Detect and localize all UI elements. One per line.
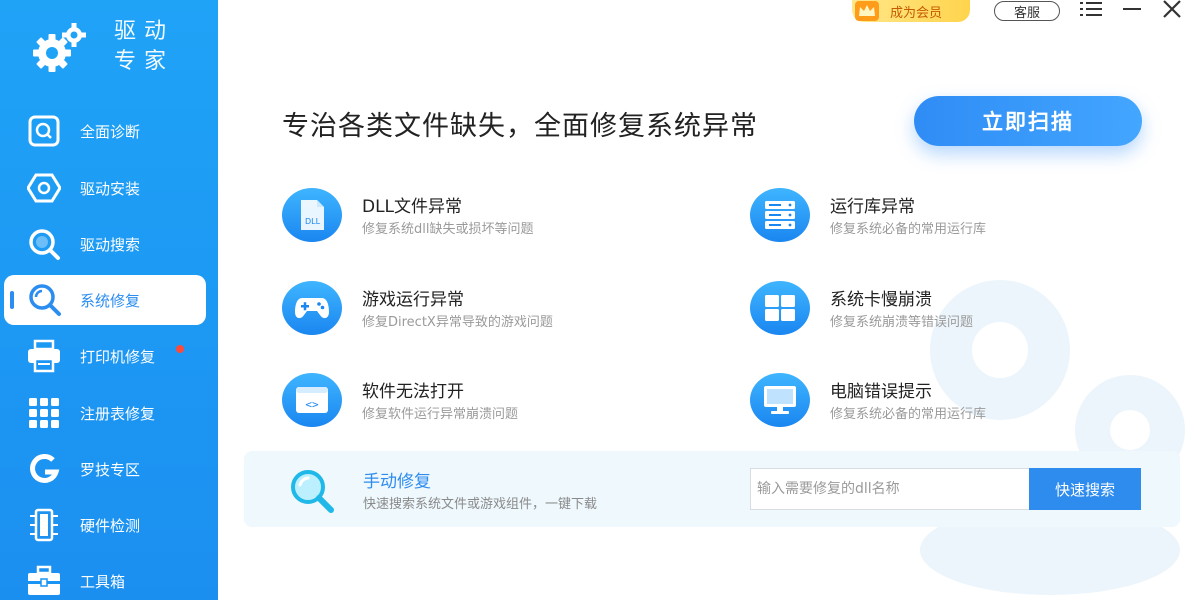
sidebar: 驱动 专家 全面诊断 驱动安装 驱动搜索 系统修复 打印机修复 注册表修复 罗技… xyxy=(0,0,218,600)
feature-computer-error-prompt[interactable]: 电脑错误提示 修复系统必备的常用运行库 xyxy=(750,369,1110,433)
sidebar-item-label: 系统修复 xyxy=(80,291,141,310)
sidebar-item-system-repair[interactable]: 系统修复 xyxy=(4,275,206,325)
hardware-icon xyxy=(24,505,64,545)
menu-button[interactable] xyxy=(1076,0,1106,22)
svg-text:DLL: DLL xyxy=(305,217,321,226)
sidebar-item-label: 注册表修复 xyxy=(80,404,156,423)
hexagon-install-icon xyxy=(24,168,64,208)
close-button[interactable] xyxy=(1157,0,1187,22)
feature-dll-error[interactable]: DLL DLL文件异常 修复系统dll缺失或损坏等问题 xyxy=(282,184,642,248)
sidebar-item-full-diagnosis[interactable]: 全面诊断 xyxy=(4,106,206,156)
sidebar-item-label: 硬件检测 xyxy=(80,516,141,535)
sidebar-item-driver-search[interactable]: 驱动搜索 xyxy=(4,219,206,269)
feature-desc: 修复系统崩溃等错误问题 xyxy=(830,315,974,330)
scan-button-label: 立即扫描 xyxy=(982,110,1074,134)
sidebar-item-driver-install[interactable]: 驱动安装 xyxy=(4,163,206,213)
repair-magnifier-icon xyxy=(24,280,64,320)
svg-text:<>: <> xyxy=(305,398,319,411)
feature-system-lag[interactable]: 系统卡慢崩溃 修复系统崩溃等错误问题 xyxy=(750,277,1110,341)
quick-search-label: 快速搜索 xyxy=(1054,481,1115,499)
feature-title: DLL文件异常 xyxy=(362,197,463,217)
minimize-button[interactable] xyxy=(1117,0,1147,22)
sidebar-item-toolbox[interactable]: 工具箱 xyxy=(4,556,206,600)
gamepad-icon xyxy=(282,281,342,335)
code-window-icon: <> xyxy=(282,373,342,427)
notification-badge xyxy=(176,345,184,353)
dll-file-icon: DLL xyxy=(282,188,342,242)
brand: 驱动 专家 xyxy=(30,12,200,82)
feature-title: 运行库异常 xyxy=(830,197,915,217)
feature-desc: 修复软件运行异常崩溃问题 xyxy=(362,407,519,422)
feature-desc: 修复系统必备的常用运行库 xyxy=(830,222,987,237)
search-square-icon xyxy=(24,111,64,151)
sidebar-item-label: 罗技专区 xyxy=(80,460,141,479)
grid-icon xyxy=(24,393,64,433)
feature-title: 软件无法打开 xyxy=(362,382,464,402)
windows-icon xyxy=(750,281,810,335)
feature-runtime-error[interactable]: 运行库异常 修复系统必备的常用运行库 xyxy=(750,184,1110,248)
magnifier-icon xyxy=(286,465,338,517)
crown-icon xyxy=(854,0,880,22)
feature-software-cannot-open[interactable]: <> 软件无法打开 修复软件运行异常崩溃问题 xyxy=(282,369,642,433)
manual-repair-panel: 手动修复 快速搜索系统文件或游戏组件，一键下载 快速搜索 xyxy=(244,451,1180,527)
service-label: 客服 xyxy=(1013,5,1040,21)
page-headline: 专治各类文件缺失，全面修复系统异常 xyxy=(282,111,758,142)
customer-service-button[interactable]: 客服 xyxy=(994,1,1060,21)
brand-line2: 专家 xyxy=(114,49,175,74)
sidebar-item-hardware-detect[interactable]: 硬件检测 xyxy=(4,500,206,550)
feature-game-error[interactable]: 游戏运行异常 修复DirectX异常导致的游戏问题 xyxy=(282,277,642,341)
sidebar-item-label: 驱动安装 xyxy=(80,179,141,198)
magnifier-icon xyxy=(24,224,64,264)
printer-icon xyxy=(24,336,64,376)
dll-search-input[interactable] xyxy=(750,468,1030,510)
quick-search-button[interactable]: 快速搜索 xyxy=(1029,468,1141,510)
sidebar-item-registry-repair[interactable]: 注册表修复 xyxy=(4,388,206,438)
feature-desc: 修复DirectX异常导致的游戏问题 xyxy=(362,315,553,330)
scan-now-button[interactable]: 立即扫描 xyxy=(914,96,1142,146)
server-icon xyxy=(750,188,810,242)
feature-desc: 修复系统dll缺失或损坏等问题 xyxy=(362,222,534,237)
sidebar-item-label: 驱动搜索 xyxy=(80,235,141,254)
menu-icon xyxy=(1080,1,1102,21)
minimize-icon xyxy=(1122,1,1142,21)
sidebar-item-printer-repair[interactable]: 打印机修复 xyxy=(4,331,206,381)
feature-title: 系统卡慢崩溃 xyxy=(830,290,932,310)
manual-repair-desc: 快速搜索系统文件或游戏组件，一键下载 xyxy=(363,497,598,512)
feature-desc: 修复系统必备的常用运行库 xyxy=(830,407,987,422)
manual-repair-title: 手动修复 xyxy=(363,472,431,492)
monitor-icon xyxy=(750,373,810,427)
vip-label: 成为会员 xyxy=(890,5,943,21)
brand-line1: 驱动 xyxy=(114,19,175,44)
sidebar-item-label: 打印机修复 xyxy=(80,347,156,366)
sidebar-item-label: 工具箱 xyxy=(80,572,126,591)
feature-title: 电脑错误提示 xyxy=(830,382,932,402)
become-member-button[interactable]: 成为会员 xyxy=(852,0,970,22)
sidebar-item-label: 全面诊断 xyxy=(80,122,141,141)
feature-title: 游戏运行异常 xyxy=(362,290,464,310)
logitech-icon xyxy=(24,449,64,489)
sidebar-item-logitech[interactable]: 罗技专区 xyxy=(4,444,206,494)
toolbox-icon xyxy=(24,561,64,600)
gears-logo-icon xyxy=(30,15,94,79)
close-icon xyxy=(1162,0,1182,22)
